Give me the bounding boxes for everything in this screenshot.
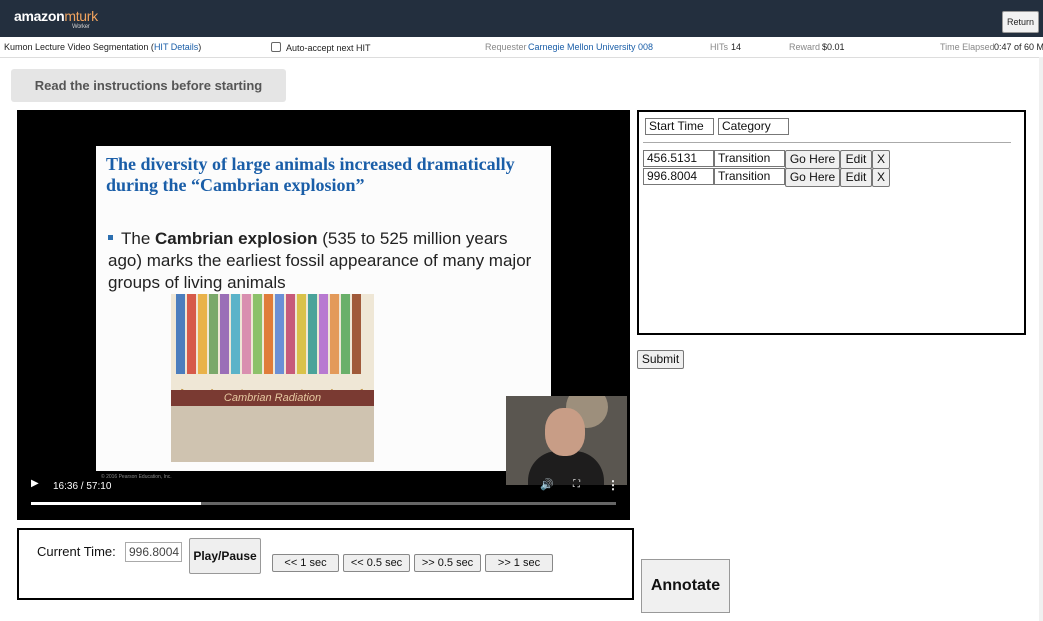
play-pause-button[interactable]: Play/Pause: [189, 538, 261, 574]
playback-controls-panel: Current Time: 996.8004 Play/Pause << 1 s…: [17, 528, 634, 600]
hits-value: 14: [731, 42, 742, 52]
back-1-sec-button[interactable]: << 1 sec: [272, 554, 339, 572]
time-elapsed-label: Time Elapsed: [940, 42, 995, 52]
auto-accept-label: Auto-accept next HIT: [286, 43, 371, 53]
edit-button[interactable]: Edit: [840, 150, 872, 169]
row-category[interactable]: Transition: [714, 168, 785, 185]
slide-title: The diversity of large animals increased…: [106, 154, 515, 195]
instructions-button[interactable]: Read the instructions before starting: [11, 69, 286, 102]
figure-caption-text: Cambrian Radiation: [223, 392, 322, 404]
delete-button[interactable]: X: [872, 168, 890, 187]
forward-1-sec-button[interactable]: >> 1 sec: [485, 554, 553, 572]
time-elapsed-value: 0:47 of 60 Min: [994, 42, 1043, 52]
logo-mturk-text: mturk: [64, 8, 98, 24]
top-bar: amazonmturk Worker Return: [0, 0, 1043, 37]
row-category[interactable]: Transition: [714, 150, 785, 167]
row-start-time[interactable]: 456.5131: [643, 150, 714, 167]
video-time-display: 16:36 / 57:10: [53, 481, 112, 492]
mturk-logo[interactable]: amazonmturk Worker: [14, 8, 98, 30]
more-options-icon[interactable]: ⋮: [607, 478, 619, 492]
hit-info-bar: Kumon Lecture Video Segmentation (HIT De…: [0, 37, 1043, 58]
reward-label: Reward: [789, 42, 821, 52]
slide-copyright: © 2016 Pearson Education, Inc.: [101, 474, 172, 480]
task-title-text: Kumon Lecture Video Segmentation (: [4, 42, 154, 52]
task-title-end: ): [198, 42, 202, 52]
forward-half-sec-button[interactable]: >> 0.5 sec: [414, 554, 481, 572]
bullet-bold: Cambrian explosion: [155, 229, 318, 248]
hits-label: HITs: [710, 42, 728, 52]
go-here-button[interactable]: Go Here: [785, 168, 840, 187]
video-progress-bar[interactable]: [31, 502, 616, 505]
annotate-button[interactable]: Annotate: [641, 559, 730, 613]
lecture-slide: The diversity of large animals increased…: [96, 146, 551, 480]
annotation-table: Start Time Category 456.5131 Transition …: [641, 114, 1011, 324]
cambrian-figure: Cambrian Radiation: [171, 294, 374, 462]
logo-worker-text: Worker: [72, 24, 90, 30]
volume-icon[interactable]: 🔊: [540, 478, 554, 491]
current-time-label: Current Time:: [37, 544, 116, 559]
reward-value: $0.01: [822, 42, 845, 52]
current-time-field[interactable]: 996.8004: [125, 542, 182, 562]
checkbox-icon[interactable]: [271, 42, 281, 52]
bullet-icon: [108, 235, 113, 240]
header-category: Category: [718, 118, 789, 135]
auto-accept-checkbox[interactable]: Auto-accept next HIT: [271, 42, 371, 53]
requester-label: Requester: [485, 42, 527, 52]
edit-button[interactable]: Edit: [840, 168, 872, 187]
figure-caption: Cambrian Radiation: [171, 390, 374, 406]
cambrian-fan-graphic: [171, 294, 374, 462]
annotation-panel: Start Time Category 456.5131 Transition …: [637, 110, 1026, 335]
bullet-pre: The: [121, 229, 156, 248]
return-button[interactable]: Return: [1002, 11, 1039, 33]
go-here-button[interactable]: Go Here: [785, 150, 840, 169]
delete-button[interactable]: X: [872, 150, 890, 169]
header-start-time: Start Time: [645, 118, 714, 135]
video-progress-fill: [31, 502, 201, 505]
row-start-time[interactable]: 996.8004: [643, 168, 714, 185]
page-scrollbar[interactable]: [1039, 57, 1043, 621]
fullscreen-icon[interactable]: ⛶: [573, 479, 580, 490]
requester-link[interactable]: Carnegie Mellon University 008: [528, 42, 653, 52]
logo-amazon-text: amazon: [14, 8, 65, 24]
table-divider: [643, 142, 1011, 143]
video-player[interactable]: The diversity of large animals increased…: [17, 110, 630, 520]
submit-button[interactable]: Submit: [637, 350, 684, 369]
back-half-sec-button[interactable]: << 0.5 sec: [343, 554, 410, 572]
play-icon[interactable]: ▶: [31, 478, 39, 489]
presenter-head: [545, 408, 585, 456]
hit-details-link[interactable]: HIT Details: [154, 42, 198, 52]
presenter-webcam: [506, 396, 627, 485]
slide-bullet: The Cambrian explosion (535 to 525 milli…: [108, 228, 538, 294]
task-title: Kumon Lecture Video Segmentation (HIT De…: [4, 42, 201, 52]
